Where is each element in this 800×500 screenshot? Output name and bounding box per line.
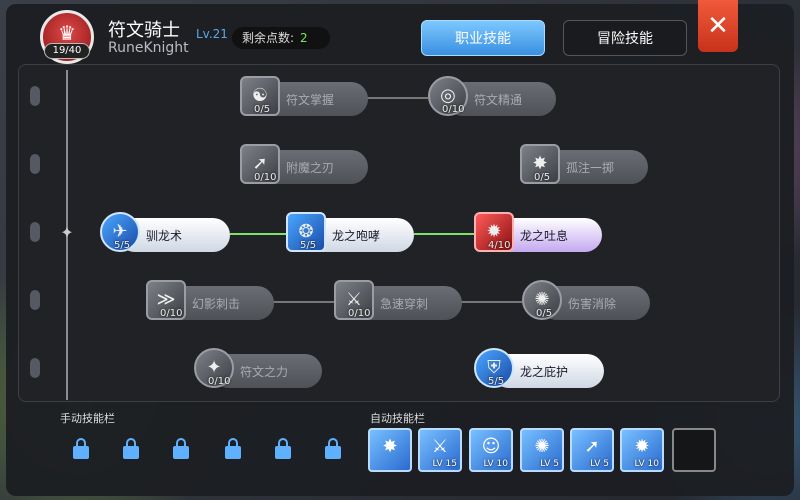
- tier-marker: [30, 358, 40, 378]
- rune-glyph: ◎: [440, 85, 456, 106]
- skill-level: 0/10: [348, 308, 371, 319]
- skill-level: 5/5: [114, 240, 131, 251]
- tier-marker: [30, 154, 40, 174]
- skill-slot-icon: ✸: [382, 436, 398, 457]
- job-level-progress: 19/40: [44, 43, 90, 59]
- skill-dragon-protection[interactable]: ⛨ 5/5 龙之庇护: [474, 348, 604, 388]
- skill-name: 符文掌握: [286, 93, 335, 107]
- skill-name: 龙之吐息: [520, 229, 569, 243]
- tier-marker: [30, 86, 40, 106]
- skill-slot-icon: ✹: [634, 436, 650, 457]
- burst-glyph: ✸: [532, 153, 548, 174]
- skill-name: 符文精通: [474, 93, 523, 107]
- skill-name: 急速穿刺: [380, 297, 429, 311]
- skill-name: 幻影刺击: [192, 297, 241, 311]
- points-value: 2: [300, 31, 308, 45]
- crown-icon: ♛: [58, 21, 76, 45]
- pierce-glyph: ⚔: [345, 289, 363, 310]
- skill-level: 0/10: [160, 308, 183, 319]
- class-name: 符文骑士: [108, 20, 180, 41]
- tab-adventure-skills[interactable]: 冒险技能: [563, 20, 687, 56]
- auto-bar-label: 自动技能栏: [370, 412, 425, 425]
- skill-level: 0/5: [536, 308, 553, 319]
- skill-name: 符文之力: [240, 365, 289, 379]
- skill-connector: [366, 97, 428, 99]
- skill-dragon-training[interactable]: ✈ 5/5 驯龙术: [100, 212, 230, 252]
- slot-level: LV 10: [634, 459, 660, 469]
- skill-name: 孤注一掷: [566, 161, 615, 175]
- lock-icon[interactable]: [72, 438, 90, 460]
- lock-icon[interactable]: [172, 438, 190, 460]
- tier-marker: [30, 290, 40, 310]
- dragon-glyph: ✈: [112, 221, 128, 242]
- skill-level: 0/5: [534, 172, 551, 183]
- skill-slot-icon: ⚔: [431, 436, 449, 457]
- skill-connector: [414, 233, 476, 235]
- skill-name: 驯龙术: [146, 229, 183, 243]
- slot-level: LV 5: [590, 459, 609, 469]
- skill-damage-negation[interactable]: ✺ 0/5 伤害消除: [522, 280, 650, 320]
- skill-rune-proficiency[interactable]: ◎ 0/10 符文精通: [428, 76, 556, 116]
- skill-name: 伤害消除: [568, 297, 617, 311]
- skill-connector: [230, 233, 288, 235]
- skill-rune-power[interactable]: ✦ 0/10 符文之力: [194, 348, 322, 388]
- points-label: 剩余点数:: [242, 31, 295, 45]
- character-level: Lv.21: [196, 27, 228, 41]
- thrust-glyph: ≫: [156, 289, 176, 310]
- slot-level: LV 10: [483, 459, 509, 469]
- rune-power-glyph: ✦: [206, 357, 222, 378]
- skill-name: 龙之庇护: [520, 365, 569, 379]
- skill-level: 5/5: [300, 240, 317, 251]
- blade-glyph: ➚: [252, 153, 268, 174]
- skill-enchant-blade[interactable]: ➚ 0/10 附魔之刃: [240, 144, 368, 184]
- lock-icon[interactable]: [274, 438, 292, 460]
- skill-phantom-thrust[interactable]: ≫ 0/10 幻影刺击: [146, 280, 274, 320]
- auto-skill-slot[interactable]: ⚔ LV 15: [418, 428, 462, 472]
- tab-job-skills[interactable]: 职业技能: [421, 20, 545, 56]
- skill-connector: [460, 301, 522, 303]
- negation-glyph: ✺: [534, 289, 550, 310]
- auto-skill-slot[interactable]: ☺ LV 10: [469, 428, 513, 472]
- auto-skill-slot[interactable]: ➚ LV 5: [570, 428, 614, 472]
- empty-skill-slot[interactable]: [672, 428, 716, 472]
- skill-dragon-breath[interactable]: ✹ 4/10 龙之吐息: [474, 212, 602, 252]
- lock-icon[interactable]: [224, 438, 242, 460]
- lock-icon[interactable]: [324, 438, 342, 460]
- class-name-en: RuneKnight: [108, 40, 189, 56]
- slot-level: LV 5: [540, 459, 559, 469]
- skill-level: 4/10: [488, 240, 511, 251]
- rune-glyph: ☯: [251, 85, 269, 106]
- skill-dragon-roar[interactable]: ❂ 5/5 龙之咆哮: [286, 212, 414, 252]
- close-button[interactable]: ✕: [698, 0, 738, 52]
- skill-level: 0/10: [442, 104, 465, 115]
- skill-level: 0/5: [254, 104, 271, 115]
- skill-slot-icon: ✺: [534, 436, 550, 457]
- roar-glyph: ❂: [298, 221, 314, 242]
- skill-slot-icon: ☺: [481, 436, 501, 457]
- auto-skill-slot[interactable]: ✸: [368, 428, 412, 472]
- shield-glyph: ⛨: [487, 357, 501, 378]
- skill-slot-icon: ➚: [584, 436, 600, 457]
- skill-rune-mastery[interactable]: ☯ 0/5 符文掌握: [240, 76, 368, 116]
- tier-star-icon: ✦: [60, 223, 74, 242]
- skill-name: 龙之咆哮: [332, 229, 381, 243]
- skill-connector: [272, 301, 334, 303]
- auto-skill-slot[interactable]: ✹ LV 10: [620, 428, 664, 472]
- slot-level: LV 15: [432, 459, 458, 469]
- auto-skill-slot[interactable]: ✺ LV 5: [520, 428, 564, 472]
- skill-level: 5/5: [488, 376, 505, 387]
- skill-level: 0/10: [254, 172, 277, 183]
- skill-name: 附魔之刃: [286, 161, 335, 175]
- manual-bar-label: 手动技能栏: [60, 412, 115, 425]
- remaining-points: 剩余点数: 2: [232, 27, 330, 49]
- skill-all-in[interactable]: ✸ 0/5 孤注一掷: [520, 144, 648, 184]
- tier-marker: [30, 222, 40, 242]
- fire-glyph: ✹: [486, 221, 502, 242]
- skill-level: 0/10: [208, 376, 231, 387]
- lock-icon[interactable]: [122, 438, 140, 460]
- skill-rapid-pierce[interactable]: ⚔ 0/10 急速穿刺: [334, 280, 462, 320]
